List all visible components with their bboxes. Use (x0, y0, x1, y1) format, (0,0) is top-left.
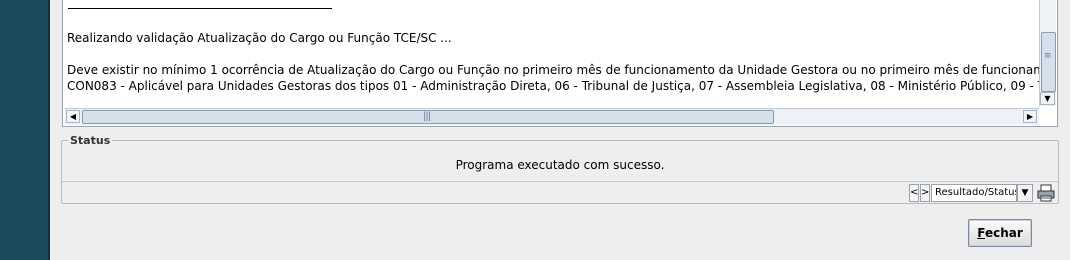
view-select[interactable]: Resultado/Status (931, 184, 1017, 202)
log-panel: Realizando validação Atualização do Carg… (62, 0, 1058, 127)
status-message: Programa executado com sucesso. (455, 158, 665, 172)
scroll-down-arrow-icon[interactable]: ▼ (1040, 92, 1055, 105)
log-line: Deve existir no mínimo 1 ocorrência de A… (67, 63, 1039, 77)
vertical-scroll-thumb[interactable]: ≡ (1041, 32, 1056, 92)
horizontal-scroll-thumb[interactable]: ||| (82, 110, 774, 124)
log-separator (68, 8, 332, 9)
vertical-scrollbar[interactable]: ≡ ▼ (1039, 0, 1056, 106)
grip-icon: ||| (423, 111, 431, 122)
log-line: CON083 - Aplicável para Unidades Gestora… (67, 79, 1039, 93)
status-group: Status Programa executado com sucesso. <… (61, 134, 1059, 204)
chevron-down-icon[interactable]: ▼ (1017, 184, 1033, 202)
status-title: Status (68, 134, 113, 147)
scroll-right-arrow-icon[interactable]: ▶ (1023, 110, 1037, 123)
log-text-area[interactable]: Realizando validação Atualização do Carg… (65, 0, 1039, 106)
previous-button[interactable]: < (909, 184, 919, 202)
grip-icon: ≡ (1044, 51, 1052, 61)
printer-icon[interactable] (1036, 183, 1056, 203)
scroll-left-arrow-icon[interactable]: ◀ (66, 110, 80, 123)
background-window (1070, 0, 1078, 260)
next-button[interactable]: > (920, 184, 930, 202)
close-button[interactable]: Fechar (968, 219, 1032, 247)
log-line: Realizando validação Atualização do Carg… (67, 31, 452, 45)
validation-dialog: Realizando validação Atualização do Carg… (50, 0, 1071, 260)
close-button-label: echar (984, 226, 1023, 240)
desktop-background (0, 0, 48, 260)
close-button-mnemonic: F (977, 226, 985, 240)
horizontal-scrollbar[interactable]: ◀ ||| ▶ (65, 108, 1039, 125)
